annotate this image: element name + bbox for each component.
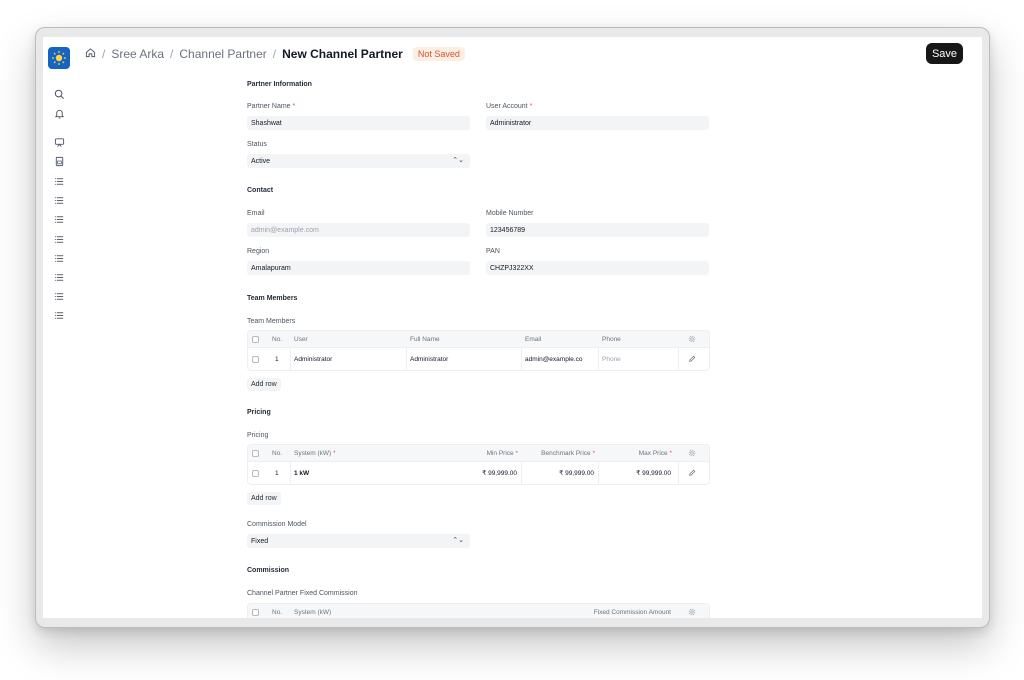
breadcrumb-separator: / <box>170 47 174 61</box>
column-header-system: System (kW) <box>294 608 332 616</box>
table-header: No. System (kW) Fixed Commission Amount <box>248 604 709 618</box>
fixed-commission-table-label: Channel Partner Fixed Commission <box>247 590 358 597</box>
column-header-email: Email <box>525 335 542 343</box>
edit-icon[interactable] <box>688 462 696 484</box>
window-frame: / Sree Arka / Channel Partner / New Chan… <box>35 27 990 628</box>
list-icon[interactable] <box>52 193 66 207</box>
status-select[interactable]: Active ⌃⌄ <box>247 154 470 168</box>
user-account-label: User Account * <box>486 103 533 110</box>
monitor-icon[interactable] <box>52 135 66 149</box>
benchmark-price-cell[interactable]: ₹ 99,999.00 <box>523 462 594 484</box>
save-button[interactable]: Save <box>926 43 963 64</box>
pricing-table-label: Pricing <box>247 432 269 439</box>
commission-model-label: Commission Model <box>247 521 307 528</box>
edit-icon[interactable] <box>688 348 696 370</box>
row-checkbox[interactable] <box>252 355 259 363</box>
column-header-benchmark-price: Benchmark Price * <box>541 449 595 457</box>
user-cell[interactable]: Administrator <box>294 348 332 370</box>
column-header-system: System (kW) * <box>294 449 336 457</box>
list-icon[interactable] <box>52 232 66 246</box>
section-title-contact: Contact <box>247 187 274 194</box>
table-header: No. User Full Name Email Phone <box>248 331 709 347</box>
column-header-no: No. <box>272 608 283 616</box>
breadcrumb: / Sree Arka / Channel Partner / New Chan… <box>85 45 465 63</box>
list-icon[interactable] <box>52 251 66 265</box>
table-header: No. System (kW) * Min Price * Benchmark … <box>248 445 709 461</box>
app-screen: / Sree Arka / Channel Partner / New Chan… <box>43 37 982 618</box>
sun-icon <box>52 51 66 65</box>
status-select-value: Active <box>251 157 271 165</box>
list-icon[interactable] <box>52 270 66 284</box>
column-header-full-name: Full Name <box>410 335 440 343</box>
table-row[interactable]: 1 1 kW ₹ 99,999.00 ₹ 99,999.00 ₹ 99,999.… <box>248 461 709 484</box>
max-price-cell[interactable]: ₹ 99,999.00 <box>600 462 671 484</box>
column-header-fixed-commission-amount: Fixed Commission Amount <box>593 608 671 616</box>
partner-name-label: Partner Name * <box>247 103 296 110</box>
column-header-user: User <box>294 335 308 343</box>
breadcrumb-separator: / <box>102 47 106 61</box>
column-header-no: No. <box>272 335 283 343</box>
select-all-checkbox[interactable] <box>252 449 259 457</box>
row-number: 1 <box>275 469 279 477</box>
bell-icon[interactable] <box>52 106 66 120</box>
system-cell[interactable]: 1 kW <box>294 462 309 484</box>
row-checkbox[interactable] <box>252 469 259 477</box>
min-price-cell[interactable]: ₹ 99,999.00 <box>448 462 517 484</box>
status-label: Status <box>247 141 267 148</box>
email-label: Email <box>247 210 265 217</box>
settings-icon[interactable] <box>688 445 696 461</box>
commission-model-value: Fixed <box>251 537 269 545</box>
phone-cell[interactable]: Phone <box>602 348 621 370</box>
breadcrumb-item-channel-partner[interactable]: Channel Partner <box>179 47 266 61</box>
pan-field[interactable]: CHZPJ322XX <box>486 261 709 275</box>
region-label: Region <box>247 248 270 255</box>
select-chevron-icon: ⌃⌄ <box>452 537 464 544</box>
breadcrumb-separator: / <box>272 47 277 61</box>
breadcrumb-item-sree-arka[interactable]: Sree Arka <box>111 47 164 61</box>
status-badge: Not Saved <box>412 47 465 61</box>
region-field[interactable]: Amalapuram <box>247 261 470 275</box>
mobile-number-field[interactable]: 123456789 <box>486 223 709 237</box>
section-title-pricing: Pricing <box>247 409 271 416</box>
row-number: 1 <box>275 355 279 363</box>
add-team-member-row-button[interactable]: Add row <box>247 378 281 391</box>
list-icon[interactable] <box>52 174 66 188</box>
user-account-field[interactable]: Administrator <box>486 116 709 130</box>
full-name-cell[interactable]: Administrator <box>410 348 448 370</box>
select-all-checkbox[interactable] <box>252 608 259 616</box>
search-icon[interactable] <box>52 87 66 101</box>
select-all-checkbox[interactable] <box>252 335 259 343</box>
column-header-max-price: Max Price * <box>638 449 672 457</box>
select-chevron-icon: ⌃⌄ <box>452 157 464 164</box>
app-logo[interactable] <box>48 47 70 69</box>
pricing-table: No. System (kW) * Min Price * Benchmark … <box>247 444 710 485</box>
page-title: New Channel Partner <box>282 47 403 61</box>
list-icon[interactable] <box>52 308 66 322</box>
home-icon[interactable] <box>85 47 96 61</box>
team-members-table-label: Team Members <box>247 318 296 325</box>
document-icon[interactable] <box>52 154 66 168</box>
team-members-table: No. User Full Name Email Phone 1 Adminis… <box>247 330 710 371</box>
column-header-phone: Phone <box>602 335 621 343</box>
mobile-number-label: Mobile Number <box>486 210 534 217</box>
section-title-team-members: Team Members <box>247 295 298 302</box>
pan-label: PAN <box>486 248 500 255</box>
settings-icon[interactable] <box>688 331 696 347</box>
partner-name-field[interactable]: Shashwat <box>247 116 470 130</box>
settings-icon[interactable] <box>688 604 696 618</box>
fixed-commission-table: No. System (kW) Fixed Commission Amount <box>247 603 710 618</box>
add-pricing-row-button[interactable]: Add row <box>247 492 281 505</box>
email-field[interactable]: admin@example.com <box>247 223 470 237</box>
email-cell[interactable]: admin@example.co <box>525 348 595 370</box>
table-row[interactable]: 1 Administrator Administrator admin@exam… <box>248 347 709 370</box>
commission-model-select[interactable]: Fixed ⌃⌄ <box>247 534 470 548</box>
list-icon[interactable] <box>52 212 66 226</box>
column-header-no: No. <box>272 449 283 457</box>
section-title-partner-information: Partner Information <box>247 81 312 88</box>
column-header-min-price: Min Price * <box>486 449 518 457</box>
list-icon[interactable] <box>52 289 66 303</box>
section-title-commission: Commission <box>247 567 290 574</box>
sidebar <box>43 37 75 618</box>
